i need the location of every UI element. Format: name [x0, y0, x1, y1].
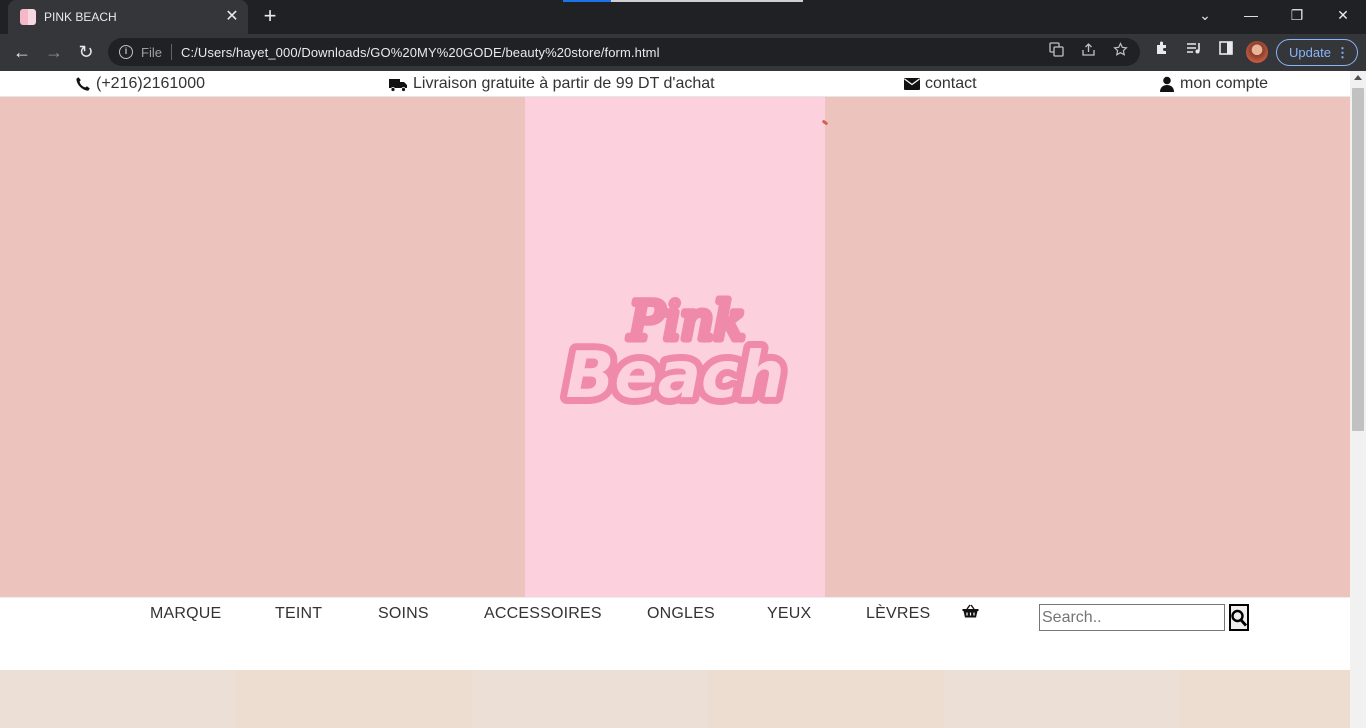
extensions-puzzle-icon[interactable]	[1150, 40, 1174, 64]
site-info-icon[interactable]: i	[119, 45, 133, 59]
contact-label: contact	[925, 75, 977, 92]
url-text[interactable]: C:/Users/hayet_000/Downloads/GO%20MY%20G…	[181, 45, 1044, 60]
new-tab-button[interactable]: +	[258, 5, 282, 29]
bookmark-star-icon[interactable]	[1108, 40, 1132, 64]
search-button[interactable]	[1229, 604, 1249, 631]
back-button[interactable]: ←	[8, 38, 36, 66]
contact-link[interactable]: contact	[904, 73, 977, 95]
close-window-button[interactable]: ✕	[1320, 0, 1366, 30]
truck-icon	[389, 78, 407, 92]
site-favicon-icon	[20, 9, 36, 25]
account-link[interactable]: mon compte	[1159, 73, 1268, 95]
nav-item-ongles[interactable]: ONGLES	[647, 605, 715, 623]
reload-button[interactable]: ↻	[72, 38, 100, 66]
phone-number: (+216)2161000	[96, 75, 205, 92]
product-image-strip	[0, 670, 1350, 728]
category-navbar: MARQUE TEINT SOINS ACCESSOIRES ONGLES YE…	[0, 597, 1350, 669]
envelope-icon	[904, 78, 920, 90]
nav-item-marque[interactable]: MARQUE	[150, 605, 221, 623]
shipping-text: Livraison gratuite à partir de 99 DT d'a…	[413, 75, 715, 92]
page-viewport: (+216)2161000 Livraison gratuite à parti…	[0, 71, 1350, 728]
browser-titlebar: PINK BEACH ✕ + ⌄ — ❐ ✕	[0, 0, 1366, 34]
shopping-basket-icon[interactable]	[962, 604, 979, 618]
profile-avatar[interactable]	[1246, 41, 1268, 63]
side-panel-icon[interactable]	[1214, 40, 1238, 64]
pink-beach-logo[interactable]: Pink Beach	[539, 279, 811, 420]
browser-menu-icon[interactable]: ⋮	[1336, 40, 1349, 65]
scroll-up-arrow-icon[interactable]	[1354, 75, 1362, 80]
product-image[interactable]	[708, 670, 944, 728]
logo-text-beach: Beach	[566, 339, 785, 413]
phone-link[interactable]: (+216)2161000	[75, 73, 205, 95]
tab-strip-indicator	[563, 0, 803, 2]
translate-icon[interactable]	[1044, 40, 1068, 64]
user-icon	[1160, 76, 1174, 92]
hero-banner: Pink Beach	[0, 97, 1350, 597]
tab-search-dropdown-icon[interactable]: ⌄	[1182, 0, 1228, 30]
account-label: mon compte	[1180, 75, 1269, 92]
search-icon	[1231, 609, 1247, 626]
info-topbar: (+216)2161000 Livraison gratuite à parti…	[0, 71, 1350, 97]
minimize-button[interactable]: —	[1228, 0, 1274, 30]
forward-button[interactable]: →	[40, 38, 68, 66]
hero-logo-panel: Pink Beach	[525, 97, 825, 597]
update-label: Update	[1289, 45, 1331, 60]
share-icon[interactable]	[1076, 40, 1100, 64]
omnibox-divider	[170, 44, 172, 60]
shipping-notice: Livraison gratuite à partir de 99 DT d'a…	[389, 73, 715, 95]
browser-tab[interactable]: PINK BEACH ✕	[8, 0, 248, 34]
media-queue-icon[interactable]	[1182, 40, 1206, 64]
scheme-label: File	[141, 44, 162, 60]
page-scrollbar[interactable]	[1350, 71, 1366, 728]
restore-button[interactable]: ❐	[1274, 0, 1320, 30]
product-image[interactable]	[472, 670, 708, 728]
product-image[interactable]	[0, 670, 236, 728]
nav-item-soins[interactable]: SOINS	[378, 605, 429, 623]
search-input[interactable]	[1039, 604, 1225, 631]
product-image[interactable]	[236, 670, 472, 728]
browser-toolbar: ← → ↻ i File C:/Users/hayet_000/Download…	[0, 34, 1366, 71]
product-image[interactable]	[1180, 670, 1350, 728]
scroll-thumb[interactable]	[1352, 88, 1364, 431]
nav-item-accessoires[interactable]: ACCESSOIRES	[484, 605, 602, 623]
phone-icon	[76, 77, 90, 91]
nav-item-yeux[interactable]: YEUX	[767, 605, 811, 623]
tab-close-icon[interactable]: ✕	[222, 7, 242, 27]
update-button[interactable]: Update ⋮	[1276, 39, 1358, 66]
nav-item-levres[interactable]: LÈVRES	[866, 605, 930, 623]
tab-title: PINK BEACH	[44, 10, 117, 24]
product-image[interactable]	[944, 670, 1180, 728]
address-bar[interactable]: i File C:/Users/hayet_000/Downloads/GO%2…	[108, 38, 1140, 66]
nav-item-teint[interactable]: TEINT	[275, 605, 322, 623]
